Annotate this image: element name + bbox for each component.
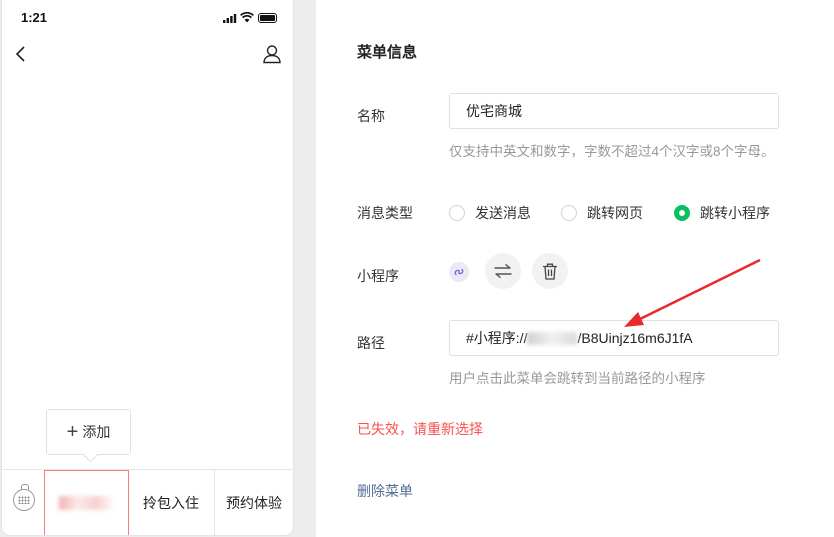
menu-item-selected[interactable] <box>44 470 129 535</box>
keyboard-switch-icon[interactable] <box>13 484 35 511</box>
msgtype-label: 消息类型 <box>357 205 413 221</box>
menu-item-label: 预约体验 <box>226 495 282 511</box>
status-time: 1:21 <box>21 10 48 25</box>
path-hint: 用户点击此菜单会跳转到当前路径的小程序 <box>449 371 706 386</box>
name-label: 名称 <box>357 108 385 124</box>
miniprogram-link-icon <box>449 262 469 282</box>
status-bar: 1:21 <box>2 0 293 36</box>
phone-preview: 1:21 + 添加 拎包入住 预约体验 <box>2 0 293 535</box>
name-input-value: 优宅商城 <box>466 103 522 119</box>
radio-circle <box>561 205 577 221</box>
wifi-icon <box>240 12 254 23</box>
invalid-error-text: 已失效，请重新选择 <box>357 421 483 437</box>
radio-open-miniprogram[interactable]: 跳转小程序 <box>674 203 770 223</box>
radio-label: 发送消息 <box>475 205 531 221</box>
path-input[interactable]: #小程序:// /B8Uinjz16m6J1fA <box>449 320 779 356</box>
radio-label: 跳转小程序 <box>700 205 770 221</box>
path-blurred-segment <box>527 331 578 345</box>
plus-icon: + <box>66 421 79 443</box>
signal-icon <box>223 14 237 23</box>
menu-settings-panel: 菜单信息 名称 优宅商城 仅支持中英文和数字，字数不超过4个汉字或8个字母。 消… <box>316 0 834 537</box>
switch-miniprogram-button[interactable] <box>485 253 521 289</box>
path-prefix: #小程序:// <box>466 330 528 346</box>
miniprogram-label: 小程序 <box>357 268 399 284</box>
path-suffix: /B8Uinjz16m6J1fA <box>577 330 693 346</box>
radio-circle-checked <box>674 205 690 221</box>
menu-item-3[interactable]: 预约体验 <box>214 470 293 535</box>
battery-icon <box>258 13 277 23</box>
custom-menu-bar: 拎包入住 预约体验 <box>2 469 293 535</box>
add-label: 添加 <box>82 424 111 440</box>
back-chevron-icon[interactable] <box>12 44 32 64</box>
radio-circle <box>449 205 465 221</box>
menu-item-2[interactable]: 拎包入住 <box>129 470 213 535</box>
radio-send-message[interactable]: 发送消息 <box>449 203 531 223</box>
delete-miniprogram-button[interactable] <box>532 253 568 289</box>
name-input[interactable]: 优宅商城 <box>449 93 779 129</box>
trash-icon <box>543 263 557 280</box>
radio-open-webpage[interactable]: 跳转网页 <box>561 203 643 223</box>
radio-label: 跳转网页 <box>587 205 643 221</box>
user-profile-icon[interactable] <box>261 43 283 65</box>
swap-arrows-icon <box>494 264 512 278</box>
menu-item-label-blurred <box>58 496 115 510</box>
menu-item-label: 拎包入住 <box>143 495 199 511</box>
add-submenu-button[interactable]: + 添加 <box>46 409 131 455</box>
panel-title: 菜单信息 <box>357 44 418 61</box>
path-label: 路径 <box>357 335 385 351</box>
delete-menu-link[interactable]: 删除菜单 <box>357 481 413 501</box>
name-hint: 仅支持中英文和数字，字数不超过4个汉字或8个字母。 <box>449 144 775 159</box>
